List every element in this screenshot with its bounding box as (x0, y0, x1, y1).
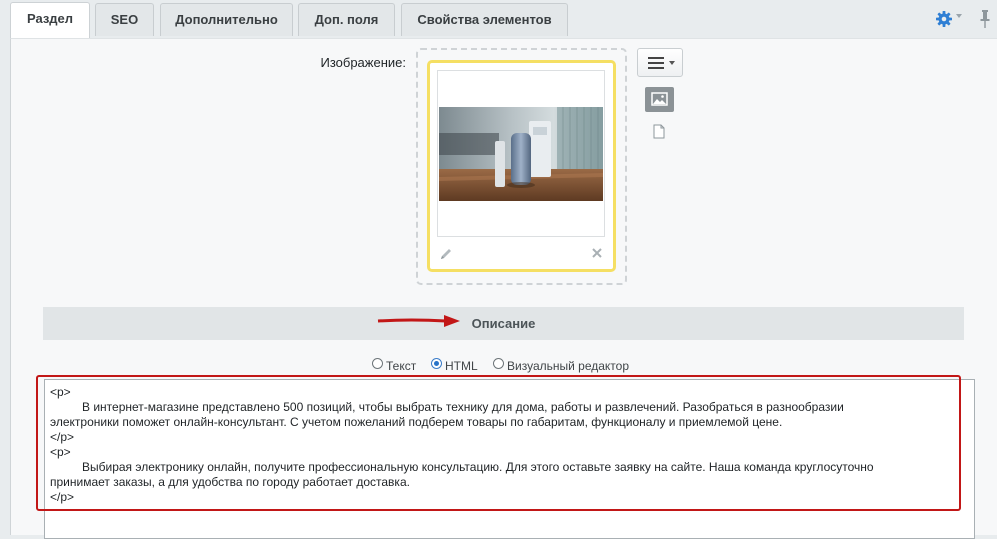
pin-icon[interactable] (979, 9, 991, 29)
mode-html-label: HTML (445, 359, 478, 373)
image-icon (651, 92, 668, 106)
tab-extra-fields[interactable]: Доп. поля (298, 3, 395, 36)
close-icon[interactable] (591, 247, 603, 259)
image-menu-button[interactable] (637, 48, 683, 77)
red-highlight-annotation (36, 375, 961, 511)
settings-dropdown-caret-icon[interactable] (956, 14, 962, 18)
red-arrow-annotation (377, 315, 460, 327)
tab-section[interactable]: Раздел (10, 2, 90, 38)
pencil-icon[interactable] (439, 247, 453, 261)
tab-seo[interactable]: SEO (95, 3, 154, 36)
mode-visual-label: Визуальный редактор (507, 359, 630, 373)
chevron-down-icon (669, 61, 675, 65)
tab-bar: Раздел SEO Дополнительно Доп. поля Свойс… (0, 0, 997, 38)
radio-circle-icon (431, 358, 442, 369)
tab-element-properties[interactable]: Свойства элементов (401, 3, 568, 36)
gear-icon[interactable] (935, 10, 953, 28)
hamburger-menu-icon (648, 57, 664, 69)
product-photo (439, 107, 603, 201)
file-icon[interactable] (652, 124, 666, 139)
radio-circle-icon (493, 358, 504, 369)
radio-circle-icon (372, 358, 383, 369)
tab-additional[interactable]: Дополнительно (160, 3, 293, 36)
description-section-header: Описание (43, 307, 964, 340)
image-field-label: Изображение: (320, 55, 406, 70)
image-mode-button[interactable] (645, 87, 674, 112)
mode-text-label: Текст (386, 359, 417, 373)
